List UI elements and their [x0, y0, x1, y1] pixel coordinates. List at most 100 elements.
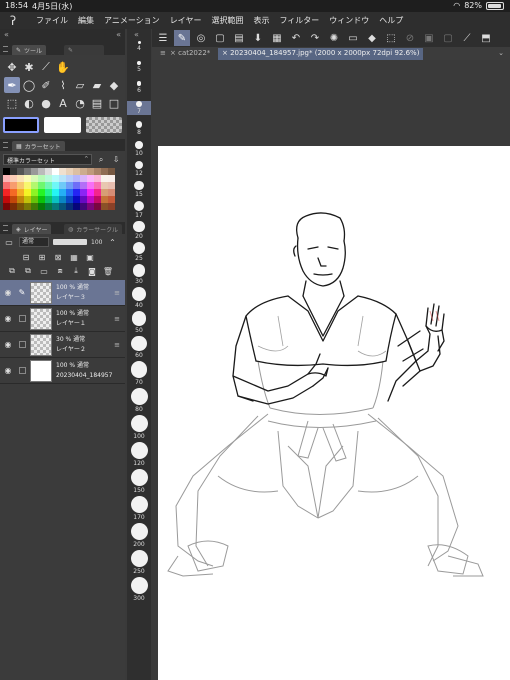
tab-color-circle[interactable]: ◍ カラーサークル	[64, 224, 122, 234]
palette-swatch[interactable]	[17, 175, 24, 182]
new-file-icon[interactable]: ▢	[212, 30, 228, 46]
doc-tab-2[interactable]: × 20230404_184957.jpg* (2000 x 2000px 72…	[218, 48, 424, 60]
palette-swatch[interactable]	[52, 203, 59, 210]
palette-swatch[interactable]	[10, 175, 17, 182]
brush-size-7[interactable]: 7	[127, 101, 151, 115]
palette-swatch[interactable]	[94, 203, 101, 210]
color-set-menu-icon[interactable]: ⇩	[110, 155, 122, 165]
palette-swatch[interactable]	[31, 168, 38, 175]
menu-filter[interactable]: フィルター	[279, 15, 319, 26]
canvas-paper[interactable]	[158, 146, 510, 680]
palette-swatch[interactable]	[17, 189, 24, 196]
brush-size-25[interactable]: 25	[127, 242, 151, 262]
palette-swatch[interactable]	[101, 189, 108, 196]
palette-swatch[interactable]	[24, 189, 31, 196]
brush-size-300[interactable]: 300	[127, 576, 151, 602]
palette-swatch[interactable]	[3, 203, 10, 210]
layer-checkbox[interactable]	[16, 341, 28, 348]
palette-swatch[interactable]	[52, 182, 59, 189]
palette-swatch[interactable]	[87, 203, 94, 210]
palette-swatch[interactable]	[59, 168, 66, 175]
palette-swatch[interactable]	[38, 175, 45, 182]
palette-swatch[interactable]	[80, 168, 87, 175]
opacity-slider[interactable]	[53, 239, 87, 245]
palette-swatch[interactable]	[38, 168, 45, 175]
clip-icon[interactable]: ⊟	[20, 252, 32, 262]
color-palette[interactable]	[3, 168, 115, 210]
palette-swatch[interactable]	[17, 168, 24, 175]
brush-size-17[interactable]: 17	[127, 201, 151, 219]
brush-size-70[interactable]: 70	[127, 361, 151, 386]
pen-tool-icon[interactable]: ✒	[4, 77, 20, 93]
sub-color-swatch[interactable]	[44, 117, 81, 133]
layer-mask-icon[interactable]: ◙	[86, 266, 98, 276]
quick-access-icon[interactable]: ✎	[174, 30, 190, 46]
merge-down-icon[interactable]: ⤓	[70, 266, 82, 276]
ruler-tool-icon[interactable]: ▤	[89, 95, 105, 111]
layer-row-image[interactable]: ◉ 100 % 通常 20230404_184957	[0, 358, 125, 384]
palette-swatch[interactable]	[10, 182, 17, 189]
fill-tool-icon[interactable]: ◆	[106, 77, 122, 93]
palette-swatch[interactable]	[108, 182, 115, 189]
collapse-icon[interactable]: «	[134, 30, 139, 39]
palette-swatch[interactable]	[24, 175, 31, 182]
palette-swatch[interactable]	[108, 168, 115, 175]
palette-swatch[interactable]	[38, 182, 45, 189]
palette-swatch[interactable]	[45, 168, 52, 175]
menu-edit[interactable]: 編集	[78, 15, 94, 26]
tab-layer[interactable]: ◈ レイヤー	[12, 224, 52, 234]
palette-swatch[interactable]	[52, 175, 59, 182]
palette-swatch[interactable]	[101, 203, 108, 210]
lock-icon[interactable]: ⊠	[52, 252, 64, 262]
palette-swatch[interactable]	[101, 196, 108, 203]
palette-swatch[interactable]	[108, 196, 115, 203]
tab-color-set[interactable]: ▦ カラーセット	[12, 141, 65, 151]
palette-swatch[interactable]	[52, 196, 59, 203]
brush-size-150[interactable]: 150	[127, 468, 151, 494]
palette-swatch[interactable]	[31, 196, 38, 203]
palette-swatch[interactable]	[108, 203, 115, 210]
panel-grip-icon[interactable]	[3, 225, 8, 231]
crop-icon[interactable]: ▢	[440, 30, 456, 46]
new-raster-layer-icon[interactable]: ⧉	[6, 266, 18, 276]
palette-swatch[interactable]	[73, 175, 80, 182]
palette-swatch[interactable]	[73, 203, 80, 210]
sparkle-tool-icon[interactable]: ✱	[21, 59, 37, 75]
palette-swatch[interactable]	[66, 168, 73, 175]
palette-swatch[interactable]	[24, 196, 31, 203]
pencil-tool-icon[interactable]: ✐	[38, 77, 54, 93]
palette-swatch[interactable]	[10, 189, 17, 196]
menu-animation[interactable]: アニメーション	[104, 15, 160, 26]
palette-swatch[interactable]	[59, 175, 66, 182]
duplicate-layer-icon[interactable]: ⧈	[54, 266, 66, 276]
color-set-select[interactable]: 標準カラーセット	[3, 154, 93, 165]
invert-selection-icon[interactable]: ▣	[421, 30, 437, 46]
clear-icon[interactable]: ▭	[345, 30, 361, 46]
palette-swatch[interactable]	[101, 182, 108, 189]
brush-tool-icon[interactable]: ⌇	[55, 77, 71, 93]
brush-size-30[interactable]: 30	[127, 264, 151, 285]
transform-icon[interactable]: ⬚	[383, 30, 399, 46]
palette-swatch[interactable]	[3, 175, 10, 182]
loading-icon[interactable]: ✺	[326, 30, 342, 46]
brush-size-6[interactable]: 6	[127, 81, 151, 94]
panel-grip-icon[interactable]	[3, 142, 8, 148]
brush-size-60[interactable]: 60	[127, 335, 151, 359]
palette-swatch[interactable]	[24, 168, 31, 175]
palette-swatch[interactable]	[59, 203, 66, 210]
menu-window[interactable]: ウィンドウ	[329, 15, 369, 26]
palette-swatch[interactable]	[80, 175, 87, 182]
move-tool-icon[interactable]: ✥	[4, 59, 20, 75]
eye-icon[interactable]: ◉	[0, 340, 16, 349]
palette-swatch[interactable]	[73, 189, 80, 196]
panel-grip-icon[interactable]	[3, 46, 8, 52]
brush-size-50[interactable]: 50	[127, 311, 151, 334]
palette-swatch[interactable]	[66, 189, 73, 196]
palette-swatch[interactable]	[73, 168, 80, 175]
palette-swatch[interactable]	[31, 182, 38, 189]
layer-type-icon[interactable]: ▭	[3, 237, 15, 247]
lasso-tool-icon[interactable]: ◯	[21, 77, 37, 93]
brush-size-100[interactable]: 100	[127, 414, 151, 440]
palette-swatch[interactable]	[59, 182, 66, 189]
layer-row-2[interactable]: ◉ 30 % 通常 レイヤー２ ≡	[0, 332, 125, 358]
